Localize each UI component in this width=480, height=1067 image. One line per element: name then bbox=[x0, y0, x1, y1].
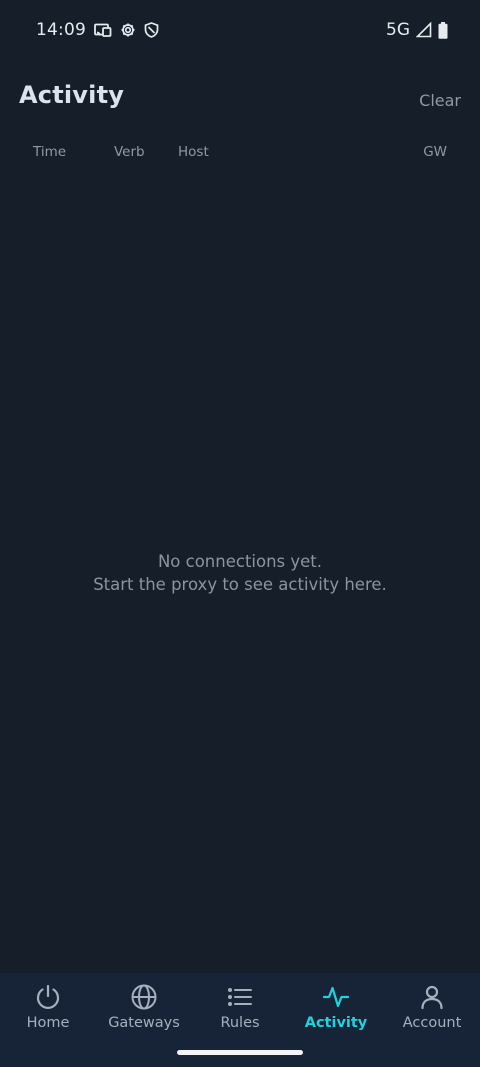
nav-label-activity: Activity bbox=[304, 1015, 368, 1031]
nav-item-activity[interactable]: Activity bbox=[288, 973, 384, 1043]
page-title: Activity bbox=[19, 81, 125, 109]
network-type: 5G bbox=[386, 20, 410, 40]
column-headers: Time Verb Host GW bbox=[0, 144, 480, 164]
nav-item-gateways[interactable]: Gateways bbox=[96, 973, 192, 1043]
battery-icon bbox=[438, 21, 448, 39]
list-icon bbox=[226, 983, 254, 1011]
column-header-host: Host bbox=[178, 144, 209, 160]
column-header-time: Time bbox=[33, 144, 67, 160]
signal-icon bbox=[416, 22, 432, 38]
clear-button[interactable]: Clear bbox=[419, 91, 461, 110]
nav-item-home[interactable]: Home bbox=[0, 973, 96, 1043]
empty-state-title: No connections yet. bbox=[157, 552, 323, 571]
nav-label-home: Home bbox=[26, 1015, 70, 1031]
empty-state-hint: Start the proxy to see activity here. bbox=[93, 575, 387, 594]
shield-icon bbox=[144, 22, 159, 38]
header: Activity Clear bbox=[0, 78, 480, 122]
nav-item-account[interactable]: Account bbox=[384, 973, 480, 1043]
nav-label-account: Account bbox=[402, 1015, 462, 1031]
globe-icon bbox=[130, 983, 158, 1011]
nav-label-rules: Rules bbox=[220, 1015, 260, 1031]
status-time: 14:09 bbox=[36, 20, 86, 40]
empty-state: No connections yet. Start the proxy to s… bbox=[0, 550, 480, 596]
user-icon bbox=[418, 983, 446, 1011]
power-icon bbox=[34, 983, 62, 1011]
column-header-verb: Verb bbox=[114, 144, 145, 160]
gear-icon bbox=[120, 22, 136, 38]
cast-icon bbox=[94, 23, 112, 37]
status-left: 14:09 bbox=[36, 20, 159, 40]
nav-label-gateways: Gateways bbox=[108, 1015, 180, 1031]
status-right: 5G bbox=[386, 20, 448, 40]
nav-item-rules[interactable]: Rules bbox=[192, 973, 288, 1043]
column-header-gw: GW bbox=[423, 144, 447, 160]
home-indicator[interactable] bbox=[177, 1050, 303, 1055]
activity-icon bbox=[322, 983, 350, 1011]
status-bar: 14:09 5G bbox=[0, 0, 480, 62]
